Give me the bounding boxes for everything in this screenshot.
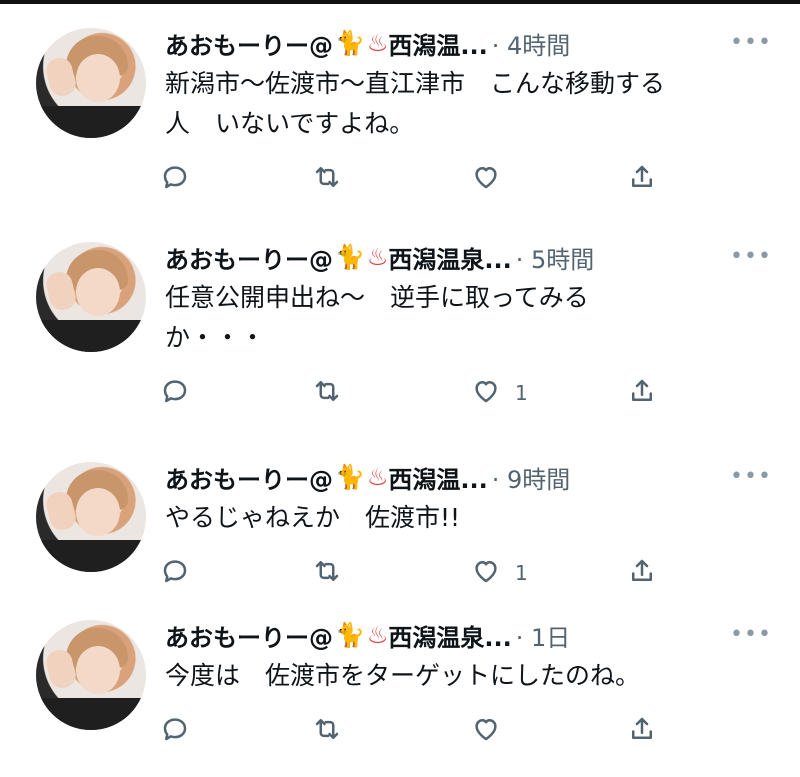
avatar[interactable] [36, 242, 146, 352]
tweet-header: あおもーりー@ 🐈 ♨ 西潟温... · 4時間 [165, 26, 570, 60]
tweet-header: あおもーりー@ 🐈 ♨ 西潟温泉... · 5時間 [165, 240, 594, 274]
cat-emoji-icon: 🐈 [335, 243, 365, 271]
retweet-button[interactable] [312, 556, 342, 590]
cat-emoji-icon: 🐈 [335, 621, 365, 649]
display-name-suffix[interactable]: 西潟温泉... [388, 618, 511, 653]
more-icon[interactable]: ••• [730, 244, 772, 269]
reply-icon [160, 714, 190, 748]
tweet-actions [160, 162, 680, 196]
hot-spring-emoji-icon: ♨ [366, 243, 389, 271]
like-button[interactable] [471, 162, 515, 196]
tweet-text: 今度は 佐渡市をターゲットにしたのね。 [165, 661, 641, 690]
tweet-actions [160, 714, 680, 748]
like-button[interactable] [471, 714, 515, 748]
avatar[interactable] [36, 462, 146, 572]
retweet-button[interactable] [312, 376, 342, 410]
tweet-header: あおもーりー@ 🐈 ♨ 西潟温... · 9時間 [165, 460, 570, 494]
display-name[interactable]: あおもーりー@ [165, 460, 333, 495]
retweet-button[interactable] [312, 714, 342, 748]
share-button[interactable] [627, 556, 657, 590]
share-button[interactable] [627, 376, 657, 410]
tweet-actions: 1 [160, 376, 680, 410]
avatar[interactable] [36, 620, 146, 730]
reply-icon [160, 376, 190, 410]
display-name[interactable]: あおもーりー@ [165, 240, 333, 275]
heart-icon [471, 162, 501, 196]
timestamp[interactable]: · 1日 [516, 618, 571, 653]
retweet-icon [312, 376, 342, 410]
display-name[interactable]: あおもーりー@ [165, 26, 333, 61]
share-button[interactable] [627, 162, 657, 196]
tweet-text: 新潟市〜佐渡市〜直江津市 こんな移動する 人 いないですよね。 [165, 69, 666, 138]
reply-button[interactable] [160, 556, 190, 590]
tweet-text: やるじゃねえか 佐渡市!! [165, 503, 461, 532]
hot-spring-emoji-icon: ♨ [366, 463, 389, 491]
cat-emoji-icon: 🐈 [335, 463, 365, 491]
reply-button[interactable] [160, 376, 190, 410]
tweet-actions: 1 [160, 556, 680, 590]
like-count: 1 [515, 561, 528, 585]
heart-icon [471, 376, 501, 410]
reply-button[interactable] [160, 162, 190, 196]
like-button[interactable]: 1 [471, 556, 528, 590]
tweet-header: あおもーりー@ 🐈 ♨ 西潟温泉... · 1日 [165, 618, 570, 652]
hot-spring-emoji-icon: ♨ [366, 621, 389, 649]
display-name-suffix[interactable]: 西潟温泉... [388, 240, 511, 275]
top-border [0, 0, 800, 4]
more-icon[interactable]: ••• [730, 464, 772, 489]
display-name-suffix[interactable]: 西潟温... [388, 26, 487, 61]
more-icon[interactable]: ••• [730, 622, 772, 647]
more-icon[interactable]: ••• [730, 30, 772, 55]
like-button[interactable]: 1 [471, 376, 528, 410]
retweet-icon [312, 162, 342, 196]
share-icon [627, 556, 657, 590]
reply-button[interactable] [160, 714, 190, 748]
like-count: 1 [515, 381, 528, 405]
retweet-icon [312, 556, 342, 590]
share-icon [627, 376, 657, 410]
share-button[interactable] [627, 714, 657, 748]
heart-icon [471, 714, 501, 748]
retweet-icon [312, 714, 342, 748]
retweet-button[interactable] [312, 162, 342, 196]
reply-icon [160, 556, 190, 590]
share-icon [627, 162, 657, 196]
timestamp[interactable]: · 5時間 [516, 240, 595, 275]
avatar[interactable] [36, 28, 146, 138]
timestamp[interactable]: · 4時間 [492, 26, 571, 61]
tweet-text: 任意公開申出ね〜 逆手に取ってみる か・・・ [165, 283, 589, 352]
display-name[interactable]: あおもーりー@ [165, 618, 333, 653]
display-name-suffix[interactable]: 西潟温... [388, 460, 487, 495]
share-icon [627, 714, 657, 748]
hot-spring-emoji-icon: ♨ [366, 29, 389, 57]
timestamp[interactable]: · 9時間 [492, 460, 571, 495]
heart-icon [471, 556, 501, 590]
reply-icon [160, 162, 190, 196]
cat-emoji-icon: 🐈 [335, 29, 365, 57]
